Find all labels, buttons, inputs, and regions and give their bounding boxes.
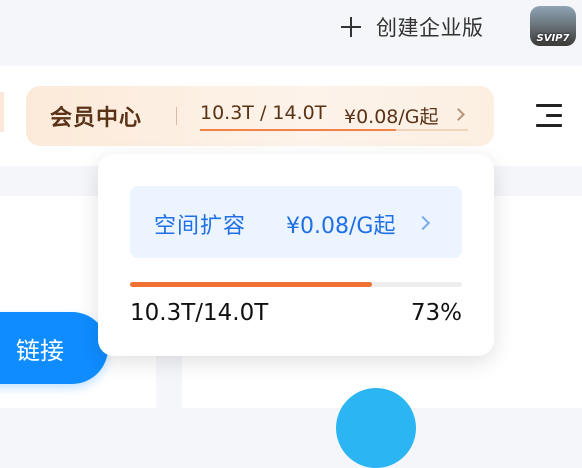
plus-icon xyxy=(340,16,362,38)
expand-storage-button[interactable]: 空间扩容 ¥0.08/G起 xyxy=(130,186,462,258)
chevron-right-icon xyxy=(452,108,465,121)
chevron-right-icon xyxy=(415,215,431,231)
member-center-title: 会员中心 xyxy=(50,106,143,131)
popover-usage-text: 10.3T/14.0T xyxy=(130,300,269,326)
link-button[interactable]: 链接 xyxy=(0,312,108,384)
hamburger-menu-icon[interactable] xyxy=(536,104,562,128)
svip-badge: SVIP7 xyxy=(536,33,570,44)
blue-circle-icon[interactable] xyxy=(336,388,416,468)
storage-popover: 空间扩容 ¥0.08/G起 10.3T/14.0T 73% xyxy=(98,154,494,356)
storage-progress-fill xyxy=(200,129,396,131)
create-enterprise-label: 创建企业版 xyxy=(376,16,484,40)
left-tab-stub xyxy=(0,92,4,132)
popover-usage-percent: 73% xyxy=(410,300,462,326)
member-center-pill[interactable]: 会员中心 10.3T / 14.0T ¥0.08/G起 xyxy=(26,86,494,146)
top-bar: 创建企业版 SVIP7 xyxy=(0,0,582,64)
popover-progress-fill xyxy=(130,282,373,287)
member-row: 会员中心 10.3T / 14.0T ¥0.08/G起 xyxy=(0,66,582,166)
create-enterprise-button[interactable]: 创建企业版 xyxy=(340,10,484,44)
storage-price-text: ¥0.08/G起 xyxy=(344,106,439,128)
avatar[interactable]: SVIP7 xyxy=(530,6,576,46)
popover-progress-track xyxy=(130,282,462,287)
expand-storage-price: ¥0.08/G起 xyxy=(286,214,396,239)
divider xyxy=(176,107,177,125)
expand-storage-title: 空间扩容 xyxy=(154,214,247,239)
storage-usage-text: 10.3T / 14.0T xyxy=(200,102,327,124)
storage-progress-track xyxy=(200,129,468,131)
